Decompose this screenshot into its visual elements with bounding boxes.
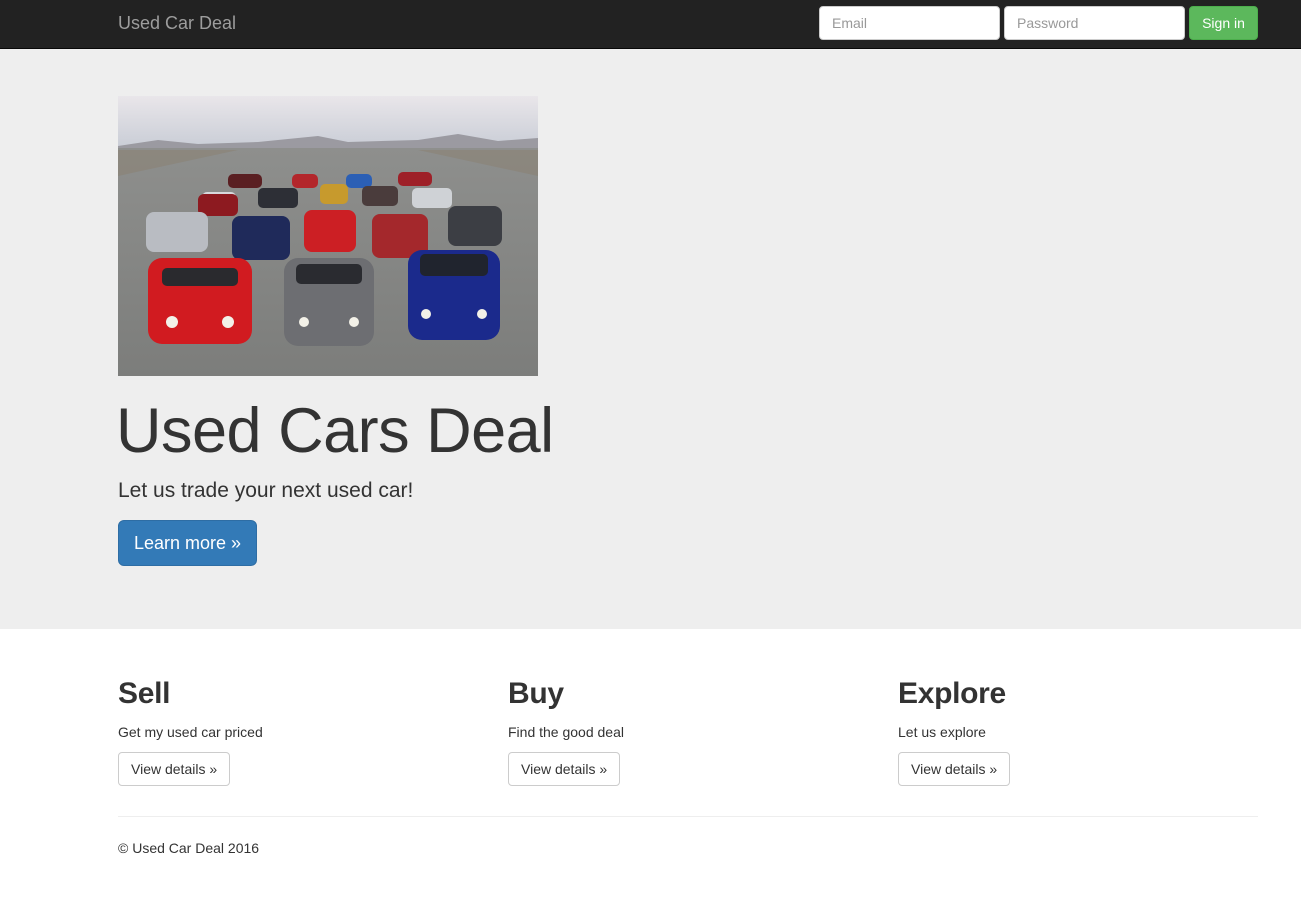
- feature-text: Get my used car priced: [118, 724, 263, 740]
- top-navbar: Used Car Deal Sign in: [0, 0, 1301, 49]
- view-details-button[interactable]: View details »: [118, 752, 231, 786]
- feature-heading: Buy: [508, 677, 564, 710]
- feature-text: Let us explore: [898, 724, 986, 740]
- hero-title: Used Cars Deal: [116, 396, 554, 466]
- footer-copyright: © Used Car Deal 2016: [118, 840, 260, 856]
- view-details-button[interactable]: View details »: [508, 752, 621, 786]
- feature-column-buy: Buy Find the good deal View details »: [508, 676, 868, 786]
- hero-cars-image: [118, 96, 538, 376]
- feature-heading: Sell: [118, 677, 171, 710]
- brand-link[interactable]: Used Car Deal: [118, 13, 236, 33]
- learn-more-button[interactable]: Learn more »: [118, 520, 257, 566]
- feature-heading: Explore: [898, 677, 1006, 710]
- hero-jumbotron: Used Cars Deal Let us trade your next us…: [0, 49, 1301, 629]
- hero-tagline: Let us trade your next used car!: [118, 479, 414, 502]
- email-input[interactable]: [819, 6, 1000, 40]
- sign-in-button[interactable]: Sign in: [1189, 6, 1258, 40]
- feature-column-sell: Sell Get my used car priced View details…: [118, 676, 478, 786]
- feature-column-explore: Explore Let us explore View details »: [898, 676, 1258, 786]
- feature-text: Find the good deal: [508, 724, 624, 740]
- password-input[interactable]: [1004, 6, 1185, 40]
- view-details-button[interactable]: View details »: [898, 752, 1011, 786]
- footer-divider: [118, 816, 1258, 817]
